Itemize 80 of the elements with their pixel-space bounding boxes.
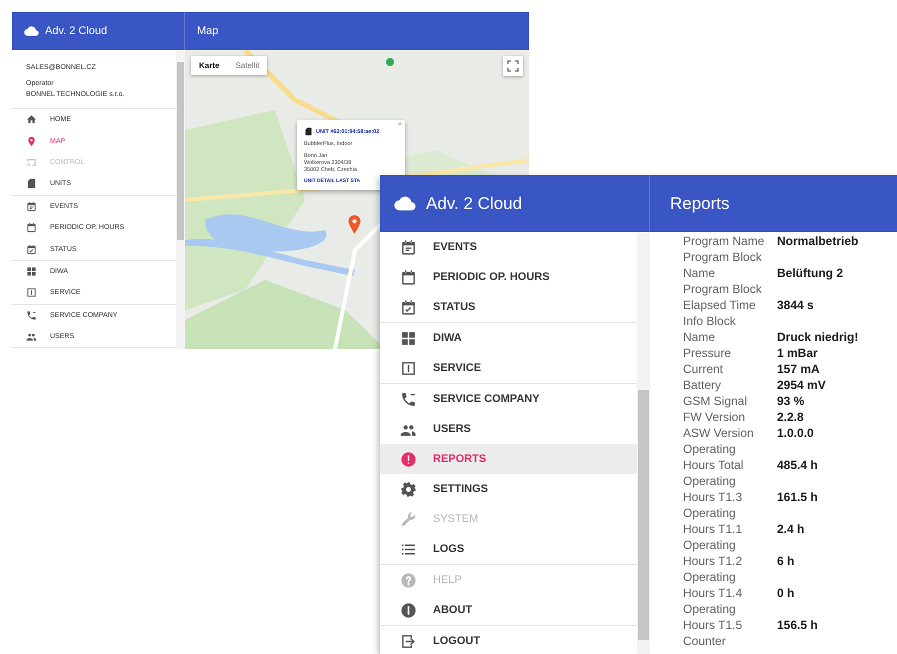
nav-item[interactable]: SETTINGS [380, 474, 637, 504]
page-title: Reports [670, 194, 730, 214]
field-label: Operating Hours T1.3 [683, 473, 744, 505]
field-label: Operating Hours T1.1 [683, 505, 744, 537]
calendar-icon [26, 222, 37, 234]
logout-icon [400, 632, 417, 650]
help-icon [400, 572, 417, 588]
nav-item[interactable]: REPORTS [380, 444, 637, 474]
field-value: Druck niedrig! [777, 329, 858, 345]
field-label: Program Block Elapsed Time [683, 281, 763, 313]
field-label: FW Version [683, 409, 746, 425]
map-type-tab[interactable]: Karte [191, 56, 228, 75]
field-label: Current [683, 361, 724, 377]
cloud-icon [24, 24, 39, 38]
field-value: 485.4 h [777, 457, 818, 473]
settings-icon [400, 480, 417, 498]
field-label: Operating Hours T1.4 [683, 569, 744, 601]
nav-item[interactable]: LOGOUT [380, 626, 637, 654]
field-value: Normalbetrieb [777, 233, 858, 249]
field-value: 1.0.0.0 [777, 425, 814, 441]
grid-icon [400, 330, 417, 346]
scrollbar[interactable] [637, 232, 650, 654]
nav-item[interactable]: USERS [380, 414, 637, 444]
grid-icon [26, 266, 37, 277]
field-value: 93 % [777, 393, 804, 409]
field-label: Operating Hours T1.5 [683, 601, 744, 633]
field-label: Program Block Name [683, 249, 763, 281]
field-value: 157 mA [777, 361, 820, 377]
map-type-tab[interactable]: Satellit [227, 56, 268, 75]
field-value: 3844 s [777, 297, 814, 313]
phone-icon [26, 310, 37, 321]
info-icon [400, 602, 417, 618]
field-value: 2.4 h [777, 521, 804, 537]
page-title: Map [197, 25, 218, 37]
field-label: Program Name [683, 233, 766, 249]
field-label: Pressure [683, 345, 732, 361]
users-icon [26, 331, 37, 342]
sim-card-icon [26, 178, 37, 190]
nav-item[interactable]: EVENTS [380, 232, 637, 262]
nav-item[interactable]: SERVICE [380, 353, 637, 383]
sim-card-icon [304, 127, 313, 136]
calendar-check-icon [400, 298, 417, 316]
field-label: Battery [683, 377, 722, 393]
nav-item[interactable]: SERVICE COMPANY [380, 384, 637, 414]
scrollbar[interactable] [176, 50, 185, 349]
nav-item[interactable]: ABOUT [380, 595, 637, 625]
nav-item[interactable]: PERIODIC OP. HOURS [380, 262, 637, 292]
nav-item[interactable]: STATUS [380, 292, 637, 322]
field-value: 0 h [777, 585, 794, 601]
panel-icon [26, 287, 37, 298]
app-title: Adv. 2 Cloud [45, 25, 108, 37]
phone-icon [400, 390, 417, 408]
wrench-icon [400, 510, 417, 528]
fullscreen-button[interactable] [503, 56, 523, 76]
field-value: Belüftung 2 [777, 265, 843, 281]
field-label: Info Block Name [683, 313, 737, 345]
field-label: Counter [683, 633, 727, 649]
map-pin-icon [26, 136, 37, 147]
field-label: GSM Signal [683, 393, 748, 409]
field-value: 2.2.8 [777, 409, 804, 425]
map-pin-icon[interactable] [348, 215, 361, 234]
calendar-check-icon [26, 244, 37, 255]
cast-icon [26, 156, 37, 168]
nav-item[interactable]: LOGS [380, 534, 637, 564]
field-label: Operating Hours T1.2 [683, 537, 744, 569]
field-value: 2954 mV [777, 377, 826, 393]
field-label: Operating Hours Total [683, 441, 744, 473]
field-value: 1 mBar [777, 345, 818, 361]
calendar-icon [26, 200, 37, 212]
field-value: 156.5 h [777, 617, 818, 633]
app-title: Adv. 2 Cloud [426, 194, 522, 214]
alert-icon [400, 450, 417, 468]
panel-icon [400, 360, 417, 376]
field-value: 6 h [777, 553, 794, 569]
calendar-icon [400, 238, 417, 256]
field-value: 161.5 h [777, 489, 818, 505]
calendar-icon [400, 268, 417, 286]
nav-item[interactable]: DIWA [380, 323, 637, 353]
field-label: ASW Version [683, 425, 755, 441]
home-icon [26, 114, 37, 126]
